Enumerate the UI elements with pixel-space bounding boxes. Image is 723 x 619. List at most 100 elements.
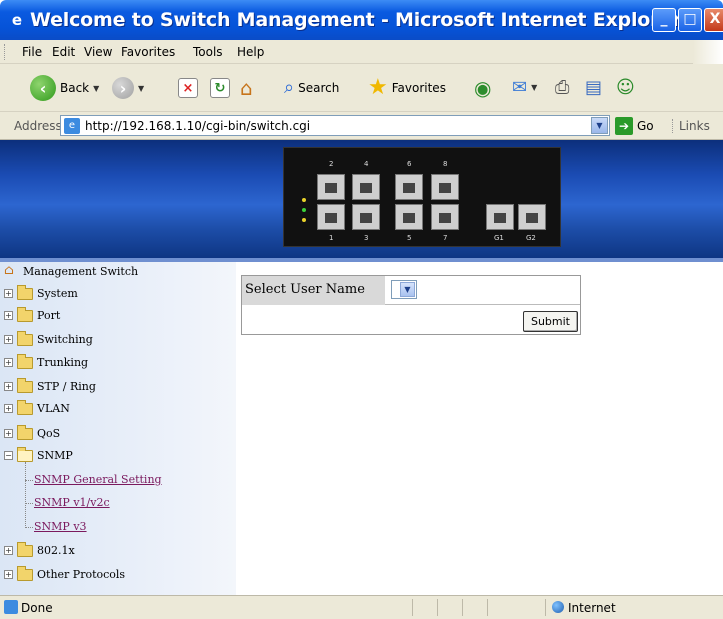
folder-icon	[17, 330, 33, 346]
address-input[interactable]: e http://192.168.1.10/cgi-bin/switch.cgi…	[60, 115, 610, 136]
menu-tools[interactable]: Tools	[193, 45, 223, 59]
sidebar-item-label: STP / Ring	[37, 380, 96, 393]
status-divider	[545, 599, 546, 616]
forward-button[interactable]: › ▼	[112, 77, 144, 99]
port-2	[317, 174, 345, 200]
status-divider	[487, 599, 488, 616]
refresh-button[interactable]: ↻	[210, 78, 230, 98]
sidebar-item-stp-ring[interactable]: + STP / Ring	[4, 377, 96, 393]
sidebar-item-switching[interactable]: + Switching	[4, 330, 93, 346]
user-name-select[interactable]: ▼	[391, 280, 417, 299]
menu-favorites[interactable]: Favorites	[121, 45, 175, 59]
back-button[interactable]: ‹ Back ▼	[30, 75, 99, 101]
led-icon	[302, 208, 306, 212]
port-label: 3	[364, 234, 369, 242]
messenger-button[interactable]: ☺	[616, 77, 635, 98]
home-button[interactable]: ⌂	[240, 76, 253, 100]
stop-button[interactable]: ×	[178, 78, 198, 98]
search-icon: ⌕	[284, 77, 295, 98]
menu-help[interactable]: Help	[237, 45, 264, 59]
expand-icon[interactable]: +	[4, 358, 13, 367]
sidebar-item-8021x[interactable]: + 802.1x	[4, 541, 75, 557]
mail-dropdown-icon: ▼	[531, 83, 538, 92]
menu-file[interactable]: File	[22, 45, 42, 59]
switch-banner: 2 4 6 8 1 3 5 7 G1 G2	[0, 140, 723, 258]
tree-connector	[25, 503, 33, 504]
home-icon: ⌂	[240, 76, 253, 100]
sidebar-item-system[interactable]: + System	[4, 284, 78, 300]
sidebar-item-port[interactable]: + Port	[4, 306, 60, 322]
sidebar-item-label: VLAN	[37, 402, 70, 415]
sidebar-item-label: QoS	[37, 427, 61, 440]
port-label: G1	[494, 234, 504, 242]
maximize-button[interactable]: □	[678, 8, 702, 32]
menu-view[interactable]: View	[84, 45, 112, 59]
port-label: 6	[407, 160, 412, 168]
status-bar: Done Internet	[0, 595, 723, 619]
sidebar-item-vlan[interactable]: + VLAN	[4, 399, 70, 415]
sidebar-item-qos[interactable]: + QoS	[4, 424, 61, 440]
port-4	[352, 174, 380, 200]
main-content: Select User Name ▼ Submit	[236, 262, 723, 595]
minimize-button[interactable]: _	[652, 8, 676, 32]
close-button[interactable]: X	[704, 8, 723, 32]
expand-icon[interactable]: +	[4, 546, 13, 555]
address-dropdown-icon[interactable]: ▼	[591, 117, 608, 134]
port-label: 4	[364, 160, 369, 168]
port-7	[431, 204, 459, 230]
sidebar-item-label: Switching	[37, 333, 93, 346]
tree-root[interactable]: ⌂ Management Switch	[4, 264, 138, 278]
expand-icon[interactable]: +	[4, 382, 13, 391]
sidebar-item-trunking[interactable]: + Trunking	[4, 353, 89, 369]
user-select-form: Select User Name ▼ Submit	[241, 275, 581, 335]
print-icon: ⎙	[555, 77, 570, 98]
toolbar-grip	[4, 44, 7, 60]
windows-flag-icon	[693, 40, 723, 64]
port-label: G2	[526, 234, 536, 242]
mail-button[interactable]: ✉ ▼	[512, 77, 537, 98]
sidebar-link-snmp-v3[interactable]: SNMP v3	[34, 520, 87, 533]
port-5	[395, 204, 423, 230]
sidebar-item-label: System	[37, 287, 78, 300]
expand-icon[interactable]: +	[4, 289, 13, 298]
port-g2	[518, 204, 546, 230]
sidebar-item-snmp[interactable]: − SNMP	[4, 446, 73, 462]
favorites-button[interactable]: ★ Favorites	[368, 75, 446, 100]
sidebar-link-snmp-general-setting[interactable]: SNMP General Setting	[34, 473, 162, 486]
go-button[interactable]: ➔ Go	[615, 117, 654, 135]
media-button[interactable]: ◉	[474, 76, 491, 100]
open-folder-icon	[17, 446, 33, 462]
home-icon: ⌂	[4, 263, 14, 278]
menu-bar: File Edit View Favorites Tools Help	[0, 40, 723, 64]
port-label: 8	[443, 160, 448, 168]
expand-icon[interactable]: +	[4, 335, 13, 344]
port-label: 2	[329, 160, 334, 168]
port-label: 5	[407, 234, 412, 242]
led-icon	[302, 198, 306, 202]
address-label: Address	[14, 119, 62, 133]
menu-edit[interactable]: Edit	[52, 45, 75, 59]
sidebar-item-other-protocols[interactable]: + Other Protocols	[4, 565, 125, 581]
collapse-icon[interactable]: −	[4, 451, 13, 460]
tree-connector	[25, 527, 33, 528]
expand-icon[interactable]: +	[4, 429, 13, 438]
submit-button[interactable]: Submit	[522, 311, 578, 332]
edit-button[interactable]: ▤	[585, 77, 602, 98]
zone-text: Internet	[568, 601, 616, 615]
sidebar-item-label: Trunking	[37, 356, 89, 369]
back-dropdown-icon: ▼	[93, 83, 100, 93]
folder-icon	[17, 377, 33, 393]
address-url[interactable]: http://192.168.1.10/cgi-bin/switch.cgi	[85, 119, 310, 133]
port-g1	[486, 204, 514, 230]
status-divider	[412, 599, 413, 616]
internet-globe-icon	[552, 601, 564, 613]
expand-icon[interactable]: +	[4, 311, 13, 320]
sidebar-link-snmp-v1v2c[interactable]: SNMP v1/v2c	[34, 496, 110, 509]
print-button[interactable]: ⎙	[555, 77, 569, 98]
favorites-star-icon: ★	[368, 75, 388, 100]
page-done-icon	[4, 600, 18, 614]
expand-icon[interactable]: +	[4, 404, 13, 413]
search-button[interactable]: ⌕ Search	[284, 77, 339, 98]
expand-icon[interactable]: +	[4, 570, 13, 579]
links-button[interactable]: Links	[672, 119, 710, 133]
